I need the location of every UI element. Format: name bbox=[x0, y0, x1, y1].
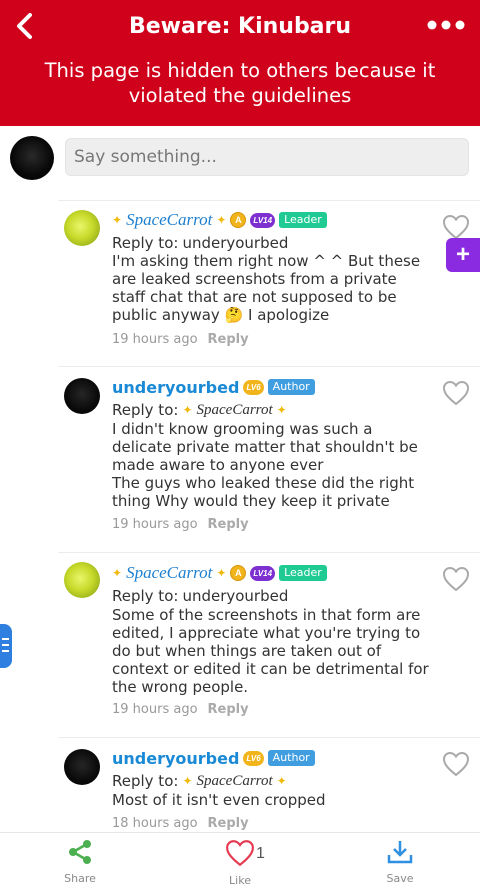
comment-author[interactable]: SpaceCarrot bbox=[126, 563, 212, 583]
header-bar: Beware: Kinubaru This page is hidden to … bbox=[0, 0, 480, 126]
reply-to-label: Reply to: bbox=[112, 772, 179, 790]
role-badge: Leader bbox=[279, 212, 327, 228]
reply-to-user[interactable]: underyourbed bbox=[182, 587, 288, 605]
level-badge: LV14 bbox=[250, 565, 276, 581]
divider bbox=[58, 200, 480, 201]
star-icon: ✦ bbox=[276, 403, 287, 417]
reply-to: Reply to: underyourbed bbox=[112, 234, 288, 252]
timestamp: 19 hours ago bbox=[112, 517, 198, 532]
medal-icon: A bbox=[230, 212, 247, 228]
role-badge: Leader bbox=[279, 565, 327, 581]
like-button[interactable]: Like bbox=[200, 839, 280, 887]
reply-to-user[interactable]: SpaceCarrot bbox=[197, 402, 273, 419]
comment-text: Most of it isn't even cropped bbox=[112, 791, 326, 809]
comment-input[interactable]: Say something... bbox=[65, 138, 469, 176]
reply-to: Reply to: underyourbed bbox=[112, 587, 288, 605]
download-icon bbox=[387, 841, 413, 864]
reply-to: Reply to: ✦ SpaceCarrot ✦ bbox=[112, 401, 287, 419]
divider bbox=[58, 552, 480, 553]
save-button[interactable]: Save bbox=[360, 839, 440, 885]
reply-button[interactable]: Reply bbox=[208, 517, 249, 532]
hidden-notice: This page is hidden to others because it… bbox=[44, 59, 436, 107]
timestamp: 19 hours ago bbox=[112, 702, 198, 717]
avatar[interactable] bbox=[64, 562, 100, 598]
reply-to-label: Reply to: bbox=[112, 587, 179, 605]
avatar[interactable] bbox=[64, 210, 100, 246]
reply-button[interactable]: Reply bbox=[208, 332, 249, 347]
bottom-action-bar: Share Like 1 Save bbox=[0, 832, 480, 892]
star-icon: ✦ bbox=[276, 774, 287, 788]
comment-text: I didn't know grooming was such a delica… bbox=[112, 420, 418, 510]
page-title: Beware: Kinubaru bbox=[128, 14, 352, 39]
like-label: Like bbox=[229, 874, 251, 887]
avatar[interactable] bbox=[64, 378, 100, 414]
star-icon: ✦ bbox=[216, 213, 227, 227]
comment-author[interactable]: underyourbed bbox=[112, 378, 239, 397]
reply-button[interactable]: Reply bbox=[208, 702, 249, 717]
divider bbox=[58, 737, 480, 738]
comment-meta: 18 hours ago Reply bbox=[112, 816, 249, 831]
timestamp: 19 hours ago bbox=[112, 332, 198, 347]
comment-meta: 19 hours ago Reply bbox=[112, 517, 249, 532]
comment-author[interactable]: underyourbed bbox=[112, 749, 239, 768]
star-icon: ✦ bbox=[112, 213, 123, 227]
comment-header: ✦ SpaceCarrot ✦ A LV14 Leader bbox=[112, 562, 327, 584]
save-label: Save bbox=[386, 872, 414, 885]
comment-text: Some of the screenshots in that form are… bbox=[112, 606, 429, 696]
star-icon: ✦ bbox=[216, 566, 227, 580]
timestamp: 18 hours ago bbox=[112, 816, 198, 831]
share-icon bbox=[69, 840, 91, 864]
star-icon: ✦ bbox=[112, 566, 123, 580]
comment-header: underyourbed LV6 Author bbox=[112, 376, 315, 398]
avatar[interactable] bbox=[64, 749, 100, 785]
avatar bbox=[10, 136, 54, 180]
reply-to: Reply to: ✦ SpaceCarrot ✦ bbox=[112, 772, 287, 790]
add-button[interactable]: + bbox=[446, 238, 480, 272]
like-heart-icon[interactable] bbox=[442, 380, 470, 406]
divider bbox=[58, 366, 480, 367]
share-button[interactable]: Share bbox=[40, 839, 120, 885]
comment-meta: 19 hours ago Reply bbox=[112, 332, 249, 347]
medal-icon: A bbox=[230, 565, 247, 581]
comment-header: underyourbed LV6 Author bbox=[112, 747, 315, 769]
role-badge: Author bbox=[267, 750, 315, 766]
more-options-icon[interactable] bbox=[426, 10, 466, 46]
like-heart-icon[interactable] bbox=[442, 751, 470, 777]
comment-text: I'm asking them right now ^ ^ But these … bbox=[112, 252, 421, 324]
share-label: Share bbox=[64, 872, 96, 885]
reply-button[interactable]: Reply bbox=[208, 816, 249, 831]
comment-author[interactable]: SpaceCarrot bbox=[126, 210, 212, 230]
comment-composer: Say something... bbox=[0, 126, 480, 200]
like-count: 1 bbox=[256, 845, 265, 862]
level-badge: LV14 bbox=[250, 212, 276, 228]
heart-icon bbox=[226, 840, 254, 867]
side-menu-tab-icon[interactable] bbox=[0, 624, 12, 668]
reply-to-label: Reply to: bbox=[112, 234, 179, 252]
reply-to-user[interactable]: SpaceCarrot bbox=[197, 773, 273, 790]
like-heart-icon[interactable] bbox=[442, 566, 470, 592]
level-badge: LV6 bbox=[243, 379, 264, 395]
role-badge: Author bbox=[267, 379, 315, 395]
level-badge: LV6 bbox=[243, 750, 264, 766]
comment-meta: 19 hours ago Reply bbox=[112, 702, 249, 717]
like-heart-icon[interactable] bbox=[442, 214, 470, 240]
reply-to-user[interactable]: underyourbed bbox=[182, 234, 288, 252]
comment-header: ✦ SpaceCarrot ✦ A LV14 Leader bbox=[112, 209, 327, 231]
star-icon: ✦ bbox=[182, 774, 193, 788]
star-icon: ✦ bbox=[182, 403, 193, 417]
reply-to-label: Reply to: bbox=[112, 401, 179, 419]
